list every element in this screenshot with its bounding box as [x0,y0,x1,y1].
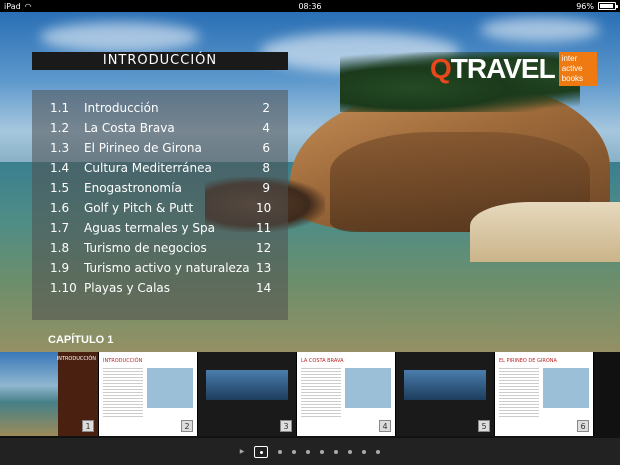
thumbnail-number: 5 [478,420,490,432]
page-dot[interactable] [362,449,367,454]
toc-item-num: 1.10 [50,281,77,295]
status-bar: iPad ◠ 08:36 96% [0,0,620,12]
toc-item-page: 6 [262,141,270,155]
toc-item[interactable]: 1.2 La Costa Brava 4 [32,118,288,138]
toc-item-label: Playas y Calas [84,281,171,295]
toc-item-label: La Costa Brava [84,121,175,135]
thumbnail-text-lines [301,368,341,418]
badge-line: active [561,64,583,73]
toc-item-num: 1.9 [50,261,70,275]
toc-item-page: 4 [262,121,270,135]
toc-item-label: Turismo de negocios [84,241,207,255]
device-name: iPad [4,1,21,11]
qtravel-logo: Q TRAVEL inter active books [430,52,597,86]
toc-item-page: 14 [256,281,272,295]
toc-item[interactable]: 1.5 Enogastronomía 9 [32,178,288,198]
battery-icon [598,2,618,10]
cloud [480,17,600,42]
page-thumbnail[interactable]: EL PIRINEO DE GIRONA 6 [495,352,594,436]
toc-panel: 1.1 Introducción 2 1.2 La Costa Brava 4 1.3 El … [32,90,288,320]
cloud [40,22,200,52]
beach [470,202,620,262]
toc-item-label: Enogastronomía [84,181,182,195]
toc-item[interactable]: 1.8 Turismo de negocios 12 [32,238,288,258]
thumbnail-title: INTRODUCCIÓN [103,358,143,364]
toc-item-page: 10 [256,201,272,215]
toc-item-label: Turismo activo y naturaleza [84,261,250,275]
page-thumbnail[interactable]: 5 [396,352,495,436]
thumbnail-title: LA COSTA BRAVA [301,358,344,364]
arrow-left-icon[interactable]: ▶ [240,448,245,455]
wifi-icon: ◠ [24,1,32,11]
toc-item[interactable]: 1.1 Introducción 2 [32,98,288,118]
toc-item-num: 1.2 [50,121,70,135]
page-thumbnail[interactable]: INTRODUCCIÓN 1 [0,352,99,436]
toc-item-num: 1.8 [50,241,70,255]
toc-item[interactable]: 1.3 El Pirineo de Girona 6 [32,138,288,158]
thumbnail-strip: INTRODUCCIÓN 1 INTRODUCCIÓN 2 3 LA COSTA BRAV… [0,352,620,438]
thumbnail-image [206,370,288,400]
battery-fill [600,4,614,8]
page-dot[interactable] [278,449,283,454]
badge-line: books [561,74,584,83]
toc-item[interactable]: 1.4 Cultura Mediterránea 8 [32,158,288,178]
toc-item-page: 9 [262,181,270,195]
toc-item-num: 1.7 [50,221,70,235]
toc-item-label: Golf y Pitch & Putt [84,201,194,215]
thumbnail-image [345,368,391,408]
toc-item-num: 1.4 [50,161,70,175]
page-dot[interactable] [334,449,339,454]
toc-item-label: Cultura Mediterránea [84,161,212,175]
toc-item[interactable]: 1.6 Golf y Pitch & Putt 10 [32,198,288,218]
toc-item-num: 1.1 [50,101,70,115]
thumbnail-number: 6 [577,420,589,432]
thumbnail-number: 3 [280,420,292,432]
page-dot[interactable] [376,449,381,454]
interactive-books-badge: inter active books [558,52,597,86]
clock: 08:36 [298,1,322,11]
toc-item-page: 11 [256,221,272,235]
thumbnail-image [543,368,589,408]
thumbnail-title: INTRODUCCIÓN [56,356,96,362]
toc-title: INTRODUCCIÓN [32,52,288,70]
toc-item-num: 1.3 [50,141,70,155]
toc-item[interactable]: 1.10 Playas y Calas 14 [32,278,288,298]
thumbnail-number: 2 [181,420,193,432]
thumbnail-text-lines [103,368,143,418]
page-dot[interactable] [292,449,297,454]
logo-q: Q [430,53,452,84]
toc-item[interactable]: 1.7 Aguas termales y Spa 11 [32,218,288,238]
page-dot[interactable] [254,445,269,458]
thumbnail-number: 4 [379,420,391,432]
toc-item-label: El Pirineo de Girona [84,141,202,155]
thumbnail-image [147,368,193,408]
toc-item-page: 2 [262,101,270,115]
page-thumbnail[interactable]: LA COSTA BRAVA 4 [297,352,396,436]
chapter-label: CAPÍTULO 1 [48,334,114,346]
page-indicator: ▶ [0,438,620,465]
toc-item-label: Introducción [84,101,159,115]
logo-travel: TRAVEL [450,53,556,84]
page-thumbnail[interactable]: INTRODUCCIÓN 2 [99,352,198,436]
page-dot[interactable] [320,449,325,454]
toc-item-page: 8 [262,161,270,175]
page-dot[interactable] [306,449,311,454]
toc-item[interactable]: 1.9 Turismo activo y naturaleza 13 [32,258,288,278]
thumbnail-title: EL PIRINEO DE GIRONA [499,358,557,364]
page-dot[interactable] [348,449,353,454]
toc-item-num: 1.5 [50,181,70,195]
thumbnail-number: 1 [82,420,94,432]
toc-item-label: Aguas termales y Spa [84,221,215,235]
thumbnail-image [404,370,486,400]
battery-percent: 96% [576,1,594,11]
page-thumbnail[interactable]: 3 [198,352,297,436]
thumbnail-text-lines [499,368,539,418]
toc-item-num: 1.6 [50,201,70,215]
status-right: 96% [496,1,618,11]
badge-line: inter [561,54,578,63]
status-left: iPad ◠ [4,2,124,11]
toc-item-page: 12 [256,241,272,255]
toc-item-page: 13 [256,261,272,275]
